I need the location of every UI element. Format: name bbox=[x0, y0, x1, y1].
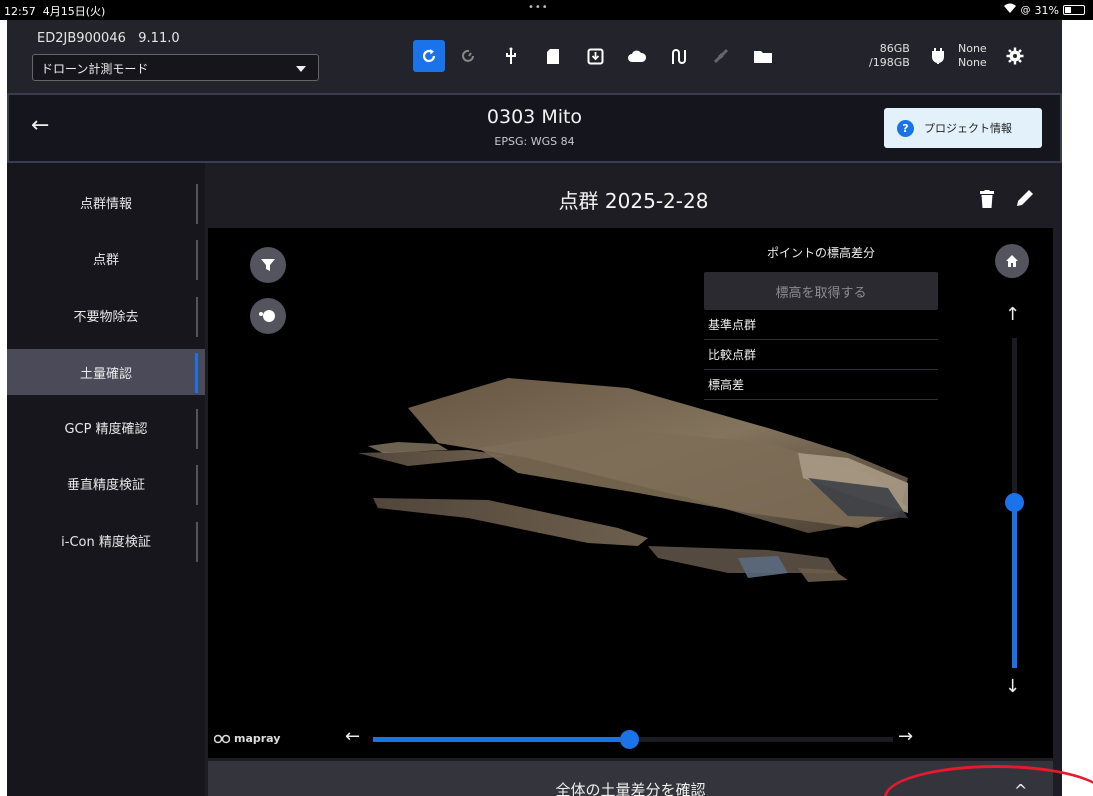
multitask-dots[interactable]: ••• bbox=[528, 2, 549, 13]
panel-row-reference: 基準点群 bbox=[704, 310, 938, 340]
sidebar-item-label: i-Con 精度検証 bbox=[61, 535, 151, 550]
satellite-icon[interactable] bbox=[707, 42, 735, 70]
refresh-icon[interactable] bbox=[413, 40, 445, 72]
sidebar-item-gcp-accuracy[interactable]: GCP 精度確認 bbox=[7, 405, 205, 450]
device-id: ED2JB900046 bbox=[37, 31, 126, 46]
gnss-icon[interactable] bbox=[665, 42, 693, 70]
sidebar-item-point-cloud-info[interactable]: 点群情報 bbox=[7, 180, 205, 225]
battery-percent: 31% bbox=[1034, 3, 1059, 17]
panel-row-comparison: 比較点群 bbox=[704, 340, 938, 370]
gear-icon[interactable] bbox=[1001, 42, 1029, 70]
point-cloud-viewer[interactable]: ポイントの標高差分 標高を取得する 基準点群 比較点群 標高差 ↑ ↓ mapr… bbox=[208, 228, 1053, 758]
timer-icon[interactable] bbox=[455, 42, 483, 70]
get-elevation-button[interactable]: 標高を取得する bbox=[704, 272, 938, 310]
project-info-label: プロジェクト情報 bbox=[924, 122, 1012, 135]
sidebar-item-label: GCP 精度確認 bbox=[64, 422, 148, 437]
horizontal-slider-fill bbox=[373, 737, 629, 742]
lock-rotation-icon: @ bbox=[1020, 4, 1031, 16]
help-icon: ? bbox=[897, 119, 914, 137]
power-line-1: None bbox=[958, 42, 987, 55]
sd-card-icon[interactable] bbox=[539, 42, 567, 70]
plug-icon[interactable] bbox=[924, 42, 952, 70]
download-icon[interactable] bbox=[581, 42, 609, 70]
panel-title: ポイントの標高差分 bbox=[766, 246, 875, 260]
sidebar-item-point-cloud[interactable]: 点群 bbox=[7, 236, 205, 281]
sidebar: 点群情報 点群 不要物除去 土量確認 GCP 精度確認 垂直精度検証 i-Con… bbox=[7, 163, 205, 796]
mapray-logo: mapray bbox=[214, 732, 280, 745]
app-header: ED2JB900046 9.11.0 ドローン計測モード 86GB /198GB… bbox=[7, 20, 1062, 93]
project-info-button[interactable]: ? プロジェクト情報 bbox=[884, 108, 1042, 148]
power-line-2: None bbox=[958, 56, 987, 69]
sidebar-item-volume-check[interactable]: 土量確認 bbox=[7, 349, 205, 395]
panel-row-elevation-diff: 標高差 bbox=[704, 370, 938, 400]
sidebar-item-label: 土量確認 bbox=[79, 366, 132, 382]
vertical-slider-fill bbox=[1012, 504, 1017, 668]
filter-icon[interactable] bbox=[250, 247, 286, 283]
vertical-slider-thumb[interactable] bbox=[1005, 493, 1024, 512]
home-icon[interactable] bbox=[995, 244, 1029, 278]
storage-used: 86GB bbox=[879, 42, 910, 55]
arrow-right-icon[interactable]: → bbox=[898, 726, 913, 747]
storage-indicator: 86GB /198GB bbox=[869, 42, 910, 70]
status-time: 12:57 4月15日(火) bbox=[4, 5, 106, 18]
trash-icon[interactable] bbox=[980, 190, 994, 208]
caret-down-icon bbox=[296, 66, 306, 72]
sidebar-item-noise-removal[interactable]: 不要物除去 bbox=[7, 293, 205, 338]
wifi-icon bbox=[1003, 3, 1017, 17]
mode-select[interactable]: ドローン計測モード bbox=[32, 54, 319, 81]
device-info: ED2JB900046 9.11.0 bbox=[37, 31, 180, 46]
mapray-logo-text: mapray bbox=[234, 732, 281, 745]
sidebar-item-label: 点群 bbox=[92, 253, 119, 268]
battery-icon bbox=[1063, 5, 1085, 15]
mode-select-value: ドローン計測モード bbox=[41, 62, 149, 76]
sidebar-item-icon-accuracy[interactable]: i-Con 精度検証 bbox=[7, 518, 205, 563]
sidebar-item-label: 点群情報 bbox=[79, 197, 132, 212]
status-bar: 12:57 4月15日(火) ••• @ 31% bbox=[0, 0, 1093, 20]
folder-icon[interactable] bbox=[749, 42, 777, 70]
page-title: 点群 2025-2-28 bbox=[558, 189, 709, 213]
status-right: @ 31% bbox=[1003, 3, 1085, 17]
cloud-icon[interactable] bbox=[623, 42, 651, 70]
project-header: ← 0303 Mito EPSG: WGS 84 ? プロジェクト情報 bbox=[7, 93, 1062, 163]
battery-fill bbox=[1065, 7, 1071, 13]
app-version: 9.11.0 bbox=[138, 31, 180, 46]
arrow-up-icon[interactable]: ↑ bbox=[1005, 304, 1020, 325]
main-content: 点群 2025-2-28 ポイントの標高差分 標高を取得する 基準点群 比較点群… bbox=[205, 163, 1062, 796]
elevation-diff-panel: ポイントの標高差分 標高を取得する 基準点群 比較点群 標高差 bbox=[704, 238, 938, 400]
pencil-icon[interactable] bbox=[1015, 188, 1035, 208]
sidebar-item-label: 垂直精度検証 bbox=[66, 478, 145, 493]
sidebar-item-label: 不要物除去 bbox=[73, 310, 139, 325]
sidebar-item-vertical-accuracy[interactable]: 垂直精度検証 bbox=[7, 461, 205, 506]
arrow-left-icon[interactable]: ← bbox=[345, 726, 360, 747]
horizontal-slider-thumb[interactable] bbox=[620, 730, 639, 749]
power-status: None None bbox=[958, 42, 987, 70]
usb-icon[interactable] bbox=[497, 42, 525, 70]
storage-total: /198GB bbox=[869, 56, 910, 69]
arrow-down-icon[interactable]: ↓ bbox=[1005, 676, 1020, 697]
point-toggle-icon[interactable] bbox=[250, 298, 286, 334]
